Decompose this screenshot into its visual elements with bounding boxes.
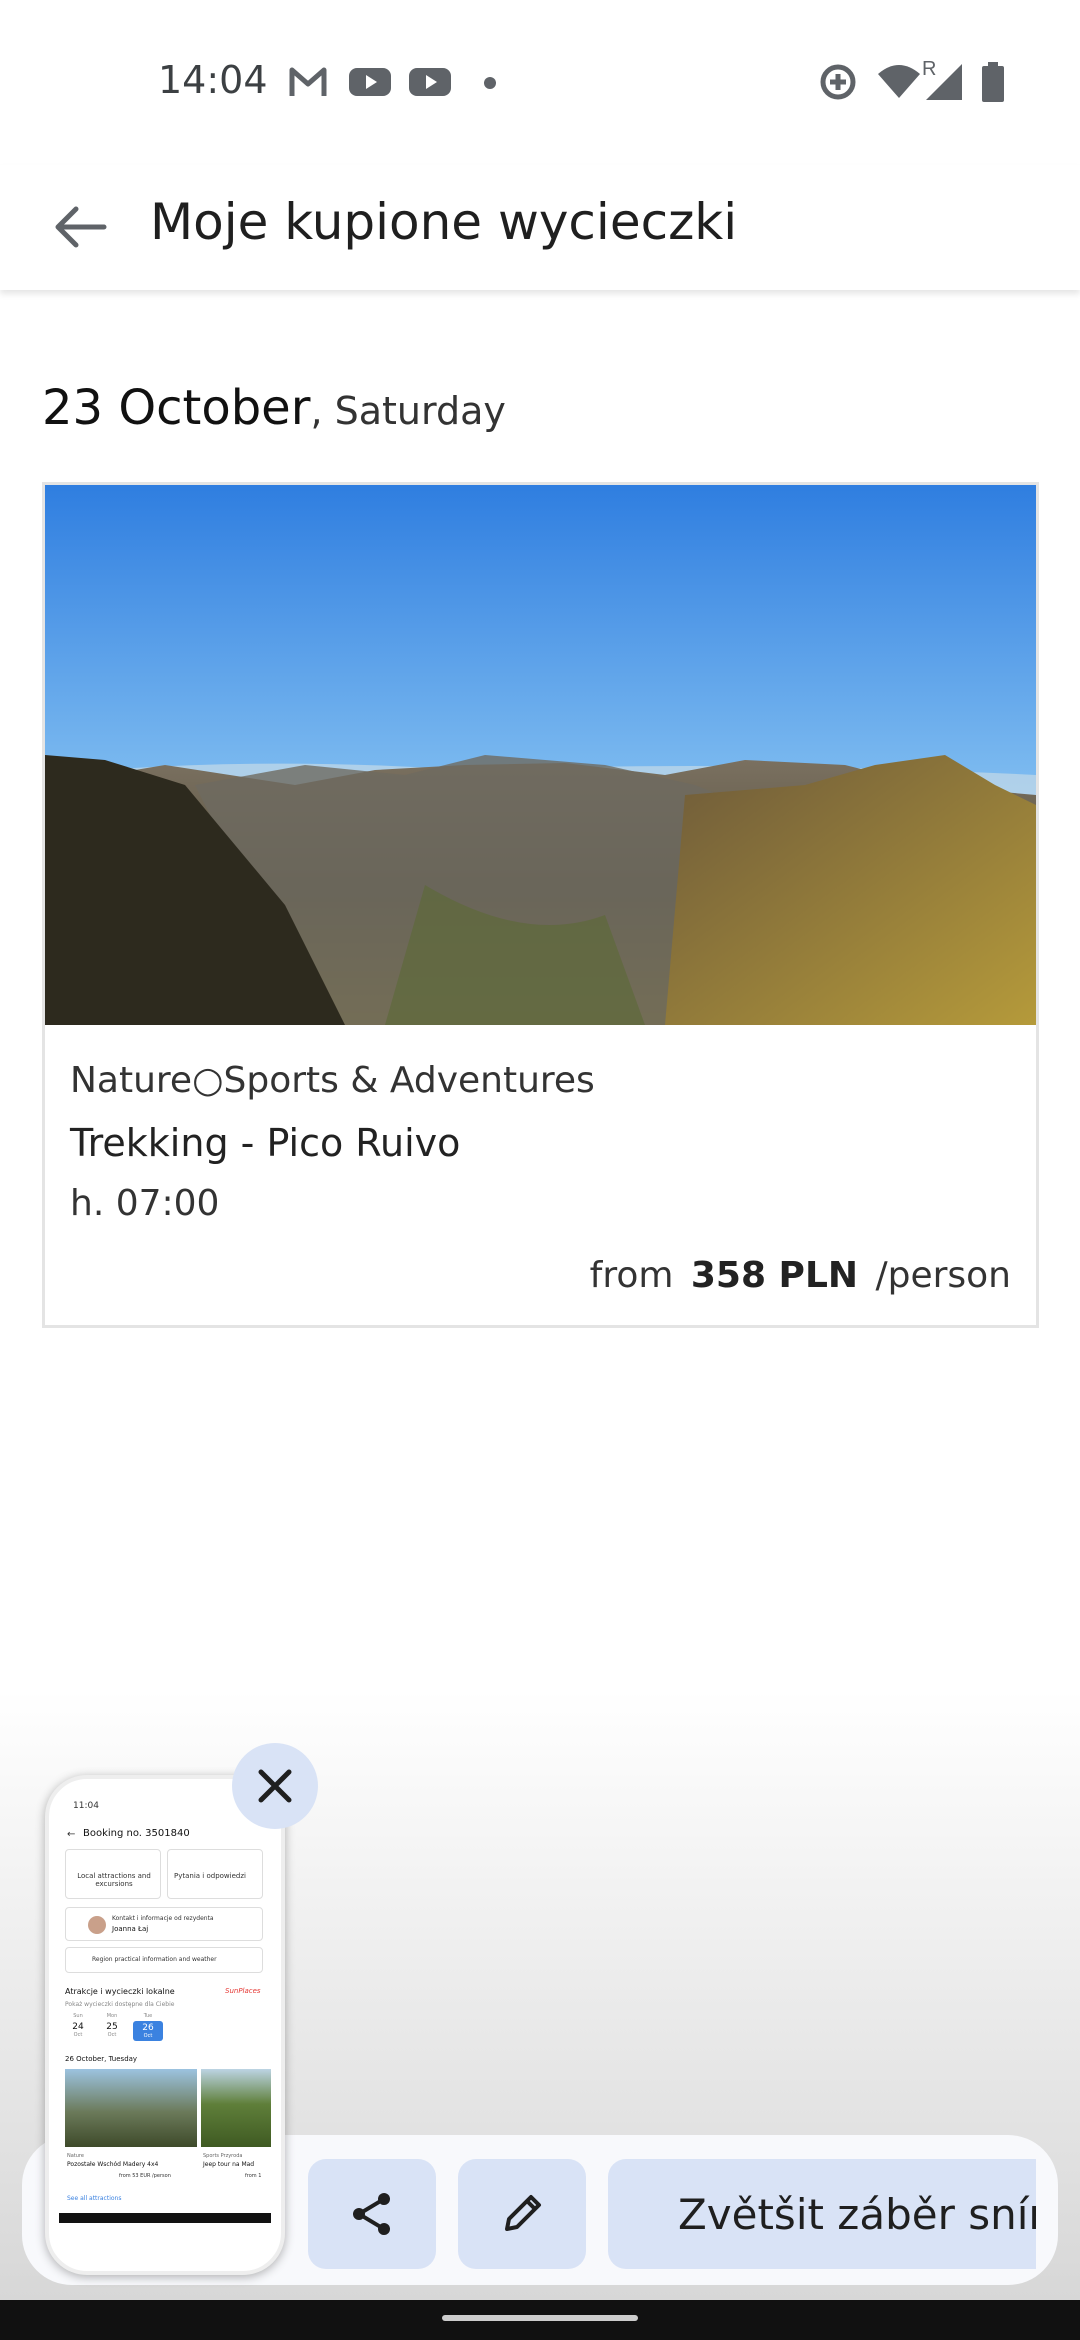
pencil-icon xyxy=(505,2195,541,2231)
preview-section-title: Atrakcje i wycieczki lokalne xyxy=(65,1987,175,1996)
price-prefix: from xyxy=(589,1255,674,1296)
status-time: 14:04 xyxy=(158,58,268,102)
excursion-card[interactable]: Nature○Sports & Adventures Trekking - Pi… xyxy=(42,482,1039,1328)
excursion-price: from 358 PLN /person xyxy=(590,1255,1011,1296)
preview-back-icon: ← xyxy=(67,1829,76,1840)
excursion-category: Nature○Sports & Adventures xyxy=(70,1060,595,1101)
preview-contact: Kontakt i informacje od rezydenta Joanna… xyxy=(65,1907,263,1941)
edit-button[interactable] xyxy=(458,2159,586,2269)
avatar xyxy=(88,1916,106,1934)
preview-day-sun: Sun 24 Oct xyxy=(72,2013,84,2038)
screenshot-preview[interactable]: 11:04 ← Booking no. 3501840 Local attrac… xyxy=(45,1775,285,2275)
home-handle[interactable] xyxy=(442,2315,638,2321)
preview-item1-photo xyxy=(65,2069,197,2147)
navigation-bar xyxy=(0,2300,1080,2340)
preview-brand: SunPlaces xyxy=(225,1987,261,1995)
price-value: 358 PLN xyxy=(690,1255,859,1296)
preview-footer-link: See all attractions xyxy=(67,2195,122,2202)
excursion-time: h. 07:00 xyxy=(70,1183,220,1224)
preview-time: 11:04 xyxy=(73,1801,99,1811)
battery-icon xyxy=(982,62,1004,102)
preview-region-info: Region practical information and weather xyxy=(65,1947,263,1973)
preview-day-tue-selected: Tue 26 Oct xyxy=(133,2013,163,2047)
share-icon xyxy=(353,2193,390,2235)
youtube-icon xyxy=(349,68,391,96)
preview-item2-photo xyxy=(201,2069,271,2147)
preview-list-date: 26 October, Tuesday xyxy=(65,2055,138,2063)
excursion-name: Trekking - Pico Ruivo xyxy=(70,1121,461,1165)
wifi-icon xyxy=(878,65,920,98)
data-saver-icon xyxy=(820,64,856,100)
date-heading: 23 October, Saturday xyxy=(42,380,506,436)
dot-icon xyxy=(484,77,496,89)
excursion-photo xyxy=(45,485,1036,1025)
youtube-icon xyxy=(409,68,451,96)
preview-content: 11:04 ← Booking no. 3501840 Local attrac… xyxy=(59,1791,271,2261)
status-bar: 14:04 R xyxy=(0,0,1080,165)
weekday-label: , Saturday xyxy=(310,389,506,433)
app-bar: Moje kupione wycieczki xyxy=(0,165,1080,290)
preview-title: Booking no. 3501840 xyxy=(83,1828,190,1839)
back-button[interactable] xyxy=(40,187,120,267)
preview-subtitle: Pokaż wycieczki dostępne dla Ciebie xyxy=(65,2001,175,2008)
preview-home-handle xyxy=(59,2213,271,2223)
price-suffix: /person xyxy=(875,1255,1011,1296)
preview-day-mon: Mon 25 Oct xyxy=(106,2013,118,2038)
preview-tile-right: Pytania i odpowiedzi xyxy=(167,1849,263,1899)
gmail-icon xyxy=(289,67,327,96)
close-icon xyxy=(258,1769,292,1803)
share-button[interactable] xyxy=(308,2159,436,2269)
arrow-back-icon xyxy=(55,206,107,248)
expand-capture-button[interactable]: Zvětšit záběr sním xyxy=(608,2159,1036,2269)
preview-tile-left: Local attractions and excursions xyxy=(65,1849,161,1899)
page-title: Moje kupione wycieczki xyxy=(150,193,738,251)
signal-icon xyxy=(926,64,962,100)
expand-capture-label: Zvětšit záběr sním xyxy=(678,2189,1036,2239)
date-label: 23 October xyxy=(42,380,311,436)
close-preview-button[interactable] xyxy=(232,1743,318,1829)
